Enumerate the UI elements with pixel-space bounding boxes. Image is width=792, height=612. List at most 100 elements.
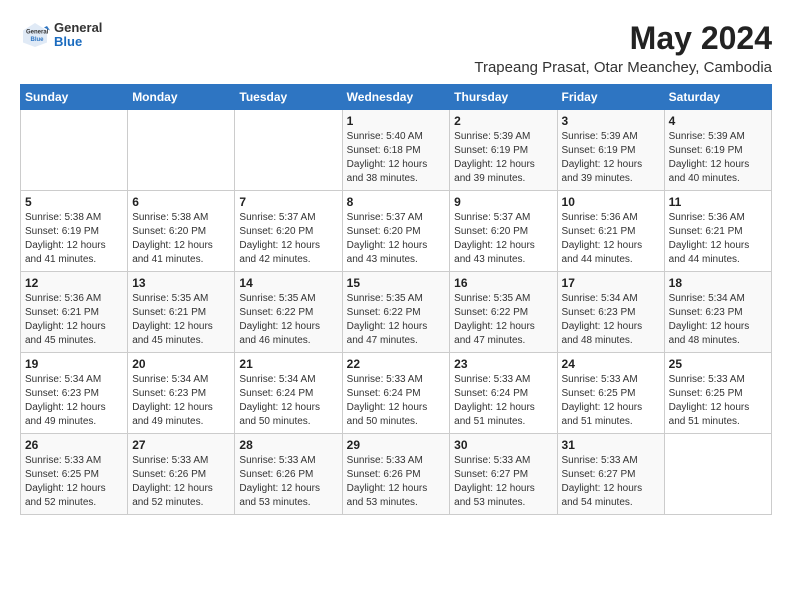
day-number: 27 <box>132 438 230 452</box>
header-day-monday: Monday <box>128 85 235 110</box>
day-details: Sunrise: 5:34 AM Sunset: 6:23 PM Dayligh… <box>25 373 123 429</box>
day-cell-27: 27 Sunrise: 5:33 AM Sunset: 6:26 PM Dayli… <box>128 434 235 515</box>
header-day-tuesday: Tuesday <box>235 85 342 110</box>
svg-text:General: General <box>26 30 49 36</box>
day-cell-18: 18 Sunrise: 5:34 AM Sunset: 6:23 PM Dayli… <box>664 272 771 353</box>
day-details: Sunrise: 5:36 AM Sunset: 6:21 PM Dayligh… <box>669 211 767 267</box>
day-cell-20: 20 Sunrise: 5:34 AM Sunset: 6:23 PM Dayli… <box>128 353 235 434</box>
day-number: 31 <box>562 438 660 452</box>
day-cell-9: 9 Sunrise: 5:37 AM Sunset: 6:20 PM Daylig… <box>450 191 557 272</box>
day-number: 16 <box>454 276 552 290</box>
day-number: 28 <box>239 438 337 452</box>
day-cell-25: 25Sunrise: 5:33 AM Sunset: 6:25 PM Dayli… <box>664 353 771 434</box>
day-number: 5 <box>25 195 123 209</box>
day-cell-8: 8 Sunrise: 5:37 AM Sunset: 6:20 PM Daylig… <box>342 191 450 272</box>
day-details: Sunrise: 5:39 AM Sunset: 6:19 PM Dayligh… <box>562 130 660 186</box>
day-cell-23: 23 Sunrise: 5:33 AM Sunset: 6:24 PM Dayli… <box>450 353 557 434</box>
day-details: Sunrise: 5:38 AM Sunset: 6:19 PM Dayligh… <box>25 211 123 267</box>
day-number: 30 <box>454 438 552 452</box>
day-cell-10: 10 Sunrise: 5:36 AM Sunset: 6:21 PM Dayli… <box>557 191 664 272</box>
day-number: 26 <box>25 438 123 452</box>
day-details: Sunrise: 5:33 AM Sunset: 6:27 PM Dayligh… <box>562 454 660 510</box>
day-details: Sunrise: 5:35 AM Sunset: 6:22 PM Dayligh… <box>347 292 446 348</box>
day-number: 7 <box>239 195 337 209</box>
day-details: Sunrise: 5:33 AM Sunset: 6:27 PM Dayligh… <box>454 454 552 510</box>
day-details: Sunrise: 5:33 AM Sunset: 6:25 PM Dayligh… <box>562 373 660 429</box>
day-details: Sunrise: 5:37 AM Sunset: 6:20 PM Dayligh… <box>454 211 552 267</box>
day-details: Sunrise: 5:34 AM Sunset: 6:23 PM Dayligh… <box>132 373 230 429</box>
day-cell-4: 4 Sunrise: 5:39 AM Sunset: 6:19 PM Daylig… <box>664 110 771 191</box>
day-number: 23 <box>454 357 552 371</box>
header-day-sunday: Sunday <box>21 85 128 110</box>
day-details: Sunrise: 5:33 AM Sunset: 6:26 PM Dayligh… <box>347 454 446 510</box>
empty-cell <box>664 434 771 515</box>
day-cell-16: 16 Sunrise: 5:35 AM Sunset: 6:22 PM Dayli… <box>450 272 557 353</box>
header-day-saturday: Saturday <box>664 85 771 110</box>
week-row-4: 19 Sunrise: 5:34 AM Sunset: 6:23 PM Dayli… <box>21 353 772 434</box>
day-details: Sunrise: 5:33 AM Sunset: 6:26 PM Dayligh… <box>239 454 337 510</box>
day-cell-6: 6Sunrise: 5:38 AM Sunset: 6:20 PM Daylig… <box>128 191 235 272</box>
day-number: 14 <box>239 276 337 290</box>
day-number: 9 <box>454 195 552 209</box>
empty-cell <box>235 110 342 191</box>
header-day-thursday: Thursday <box>450 85 557 110</box>
day-cell-26: 26 Sunrise: 5:33 AM Sunset: 6:25 PM Dayli… <box>21 434 128 515</box>
logo-general: General <box>54 21 102 35</box>
day-number: 12 <box>25 276 123 290</box>
day-details: Sunrise: 5:35 AM Sunset: 6:22 PM Dayligh… <box>239 292 337 348</box>
day-cell-31: 31 Sunrise: 5:33 AM Sunset: 6:27 PM Dayli… <box>557 434 664 515</box>
day-number: 22 <box>347 357 446 371</box>
day-cell-3: 3Sunrise: 5:39 AM Sunset: 6:19 PM Daylig… <box>557 110 664 191</box>
day-cell-17: 17Sunrise: 5:34 AM Sunset: 6:23 PM Dayli… <box>557 272 664 353</box>
day-cell-11: 11 Sunrise: 5:36 AM Sunset: 6:21 PM Dayli… <box>664 191 771 272</box>
day-number: 19 <box>25 357 123 371</box>
day-details: Sunrise: 5:34 AM Sunset: 6:23 PM Dayligh… <box>669 292 767 348</box>
day-details: Sunrise: 5:40 AM Sunset: 6:18 PM Dayligh… <box>347 130 446 186</box>
day-details: Sunrise: 5:36 AM Sunset: 6:21 PM Dayligh… <box>562 211 660 267</box>
week-row-5: 26 Sunrise: 5:33 AM Sunset: 6:25 PM Dayli… <box>21 434 772 515</box>
day-details: Sunrise: 5:39 AM Sunset: 6:19 PM Dayligh… <box>669 130 767 186</box>
day-cell-24: 24 Sunrise: 5:33 AM Sunset: 6:25 PM Dayli… <box>557 353 664 434</box>
day-cell-28: 28 Sunrise: 5:33 AM Sunset: 6:26 PM Dayli… <box>235 434 342 515</box>
day-cell-1: 1 Sunrise: 5:40 AM Sunset: 6:18 PM Daylig… <box>342 110 450 191</box>
logo: General Blue General Blue <box>20 20 102 50</box>
logo-icon: General Blue <box>20 20 50 50</box>
day-details: Sunrise: 5:35 AM Sunset: 6:21 PM Dayligh… <box>132 292 230 348</box>
day-details: Sunrise: 5:33 AM Sunset: 6:26 PM Dayligh… <box>132 454 230 510</box>
day-number: 18 <box>669 276 767 290</box>
day-cell-12: 12Sunrise: 5:36 AM Sunset: 6:21 PM Dayli… <box>21 272 128 353</box>
day-details: Sunrise: 5:35 AM Sunset: 6:22 PM Dayligh… <box>454 292 552 348</box>
day-number: 29 <box>347 438 446 452</box>
empty-cell <box>21 110 128 191</box>
day-number: 13 <box>132 276 230 290</box>
day-details: Sunrise: 5:37 AM Sunset: 6:20 PM Dayligh… <box>239 211 337 267</box>
header-row: SundayMondayTuesdayWednesdayThursdayFrid… <box>21 85 772 110</box>
day-cell-21: 21Sunrise: 5:34 AM Sunset: 6:24 PM Dayli… <box>235 353 342 434</box>
day-number: 8 <box>347 195 446 209</box>
title-section: May 2024 Trapeang Prasat, Otar Meanchey,… <box>474 20 772 76</box>
day-details: Sunrise: 5:33 AM Sunset: 6:25 PM Dayligh… <box>25 454 123 510</box>
day-cell-22: 22Sunrise: 5:33 AM Sunset: 6:24 PM Dayli… <box>342 353 450 434</box>
day-details: Sunrise: 5:33 AM Sunset: 6:24 PM Dayligh… <box>454 373 552 429</box>
day-cell-5: 5 Sunrise: 5:38 AM Sunset: 6:19 PM Daylig… <box>21 191 128 272</box>
calendar-body: 1 Sunrise: 5:40 AM Sunset: 6:18 PM Daylig… <box>21 110 772 515</box>
day-details: Sunrise: 5:39 AM Sunset: 6:19 PM Dayligh… <box>454 130 552 186</box>
day-number: 20 <box>132 357 230 371</box>
day-details: Sunrise: 5:34 AM Sunset: 6:24 PM Dayligh… <box>239 373 337 429</box>
week-row-2: 5 Sunrise: 5:38 AM Sunset: 6:19 PM Daylig… <box>21 191 772 272</box>
day-number: 1 <box>347 114 446 128</box>
logo-text: General Blue <box>54 21 102 50</box>
day-cell-13: 13 Sunrise: 5:35 AM Sunset: 6:21 PM Dayli… <box>128 272 235 353</box>
day-cell-2: 2Sunrise: 5:39 AM Sunset: 6:19 PM Daylig… <box>450 110 557 191</box>
day-cell-19: 19 Sunrise: 5:34 AM Sunset: 6:23 PM Dayli… <box>21 353 128 434</box>
logo-blue: Blue <box>54 35 102 49</box>
day-details: Sunrise: 5:37 AM Sunset: 6:20 PM Dayligh… <box>347 211 446 267</box>
calendar-table: SundayMondayTuesdayWednesdayThursdayFrid… <box>20 84 772 515</box>
day-number: 10 <box>562 195 660 209</box>
day-number: 11 <box>669 195 767 209</box>
day-details: Sunrise: 5:38 AM Sunset: 6:20 PM Dayligh… <box>132 211 230 267</box>
header-day-wednesday: Wednesday <box>342 85 450 110</box>
location-subtitle: Trapeang Prasat, Otar Meanchey, Cambodia <box>474 59 772 76</box>
day-number: 4 <box>669 114 767 128</box>
day-number: 24 <box>562 357 660 371</box>
